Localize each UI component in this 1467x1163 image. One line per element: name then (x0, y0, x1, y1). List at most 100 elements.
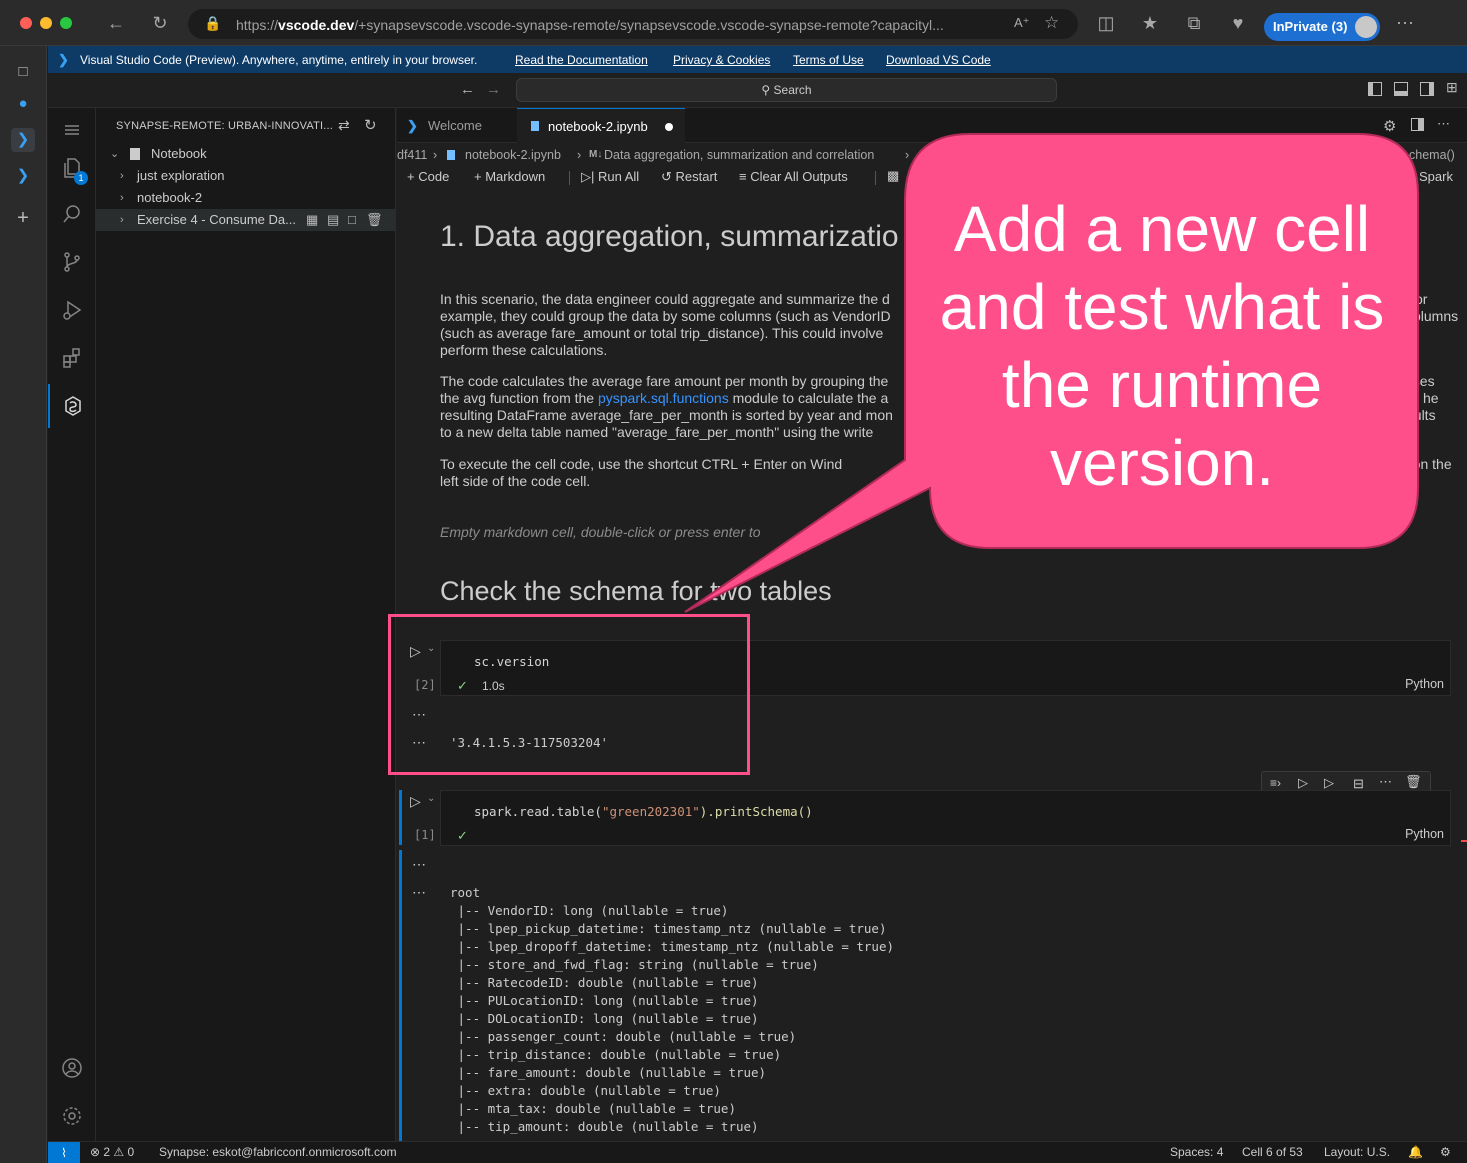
minimize-window-button[interactable] (40, 17, 52, 29)
run-by-line-icon[interactable]: ≡› (1270, 776, 1281, 790)
search-icon[interactable] (48, 192, 96, 236)
explorer-icon[interactable]: 1 (48, 146, 96, 190)
trash-icon[interactable]: 🗑 (366, 209, 383, 231)
plus-icon: + (474, 169, 486, 184)
tree-item-notebook-2[interactable]: › notebook-2 (96, 187, 395, 209)
feedback-icon[interactable]: ⚙ (1440, 1145, 1451, 1159)
run-debug-icon[interactable] (48, 288, 96, 332)
code-cell-print-schema[interactable]: spark.read.table("green202301").printSch… (440, 790, 1451, 846)
source-control-icon[interactable] (48, 240, 96, 284)
extensions-icon[interactable] (48, 336, 96, 380)
keyboard-layout-indicator[interactable]: Layout: U.S. (1324, 1145, 1390, 1159)
add-code-cell-button[interactable]: + Code (407, 169, 449, 184)
code-token: spark.read.table( (474, 804, 602, 819)
kernel-picker[interactable]: Spark (1419, 169, 1453, 184)
favorite-star-icon[interactable]: ☆ (1044, 13, 1059, 33)
breadcrumb-section[interactable]: Data aggregation, summarization and corr… (604, 144, 874, 166)
read-aloud-icon[interactable]: A⁺ (1014, 15, 1030, 31)
terms-link[interactable]: Terms of Use (793, 53, 864, 67)
edge-tab-icon[interactable]: ● (11, 92, 35, 116)
favorites-icon[interactable]: ★ (1138, 12, 1162, 34)
open-notebook-icon[interactable]: ▦ (306, 209, 318, 231)
tab-welcome[interactable]: ❯ Welcome (397, 108, 515, 143)
cell-language[interactable]: Python (1405, 827, 1444, 841)
toggle-primary-sidebar-icon[interactable] (1368, 82, 1382, 96)
output-menu-ellipsis-icon[interactable]: ⋯ (412, 856, 427, 873)
indentation-indicator[interactable]: Spaces: 4 (1170, 1145, 1223, 1159)
execute-below-icon[interactable]: ▷ (1324, 775, 1334, 791)
cell-language[interactable]: Python (1405, 677, 1444, 691)
toggle-panel-icon[interactable] (1394, 82, 1408, 96)
collections-icon[interactable]: ⧉ (1182, 12, 1206, 34)
customize-layout-icon[interactable]: ⊞ (1446, 79, 1458, 96)
go-forward-arrow-icon[interactable]: → (486, 81, 501, 98)
run-all-button[interactable]: ▷| Run All (581, 169, 639, 185)
delete-cell-icon[interactable]: 🗑 (1405, 774, 1422, 790)
docs-link[interactable]: Read the Documentation (515, 53, 648, 67)
switch-icon[interactable]: ⇄ (338, 117, 350, 134)
pyspark-functions-link[interactable]: pyspark.sql.functions (598, 390, 729, 406)
chevron-right-icon: › (120, 192, 124, 204)
execute-above-icon[interactable]: ▷ (1298, 775, 1308, 791)
tree-item-just-exploration[interactable]: › just exploration (96, 165, 395, 187)
restart-button[interactable]: ↺ Restart (661, 169, 717, 185)
tree-label: notebook-2 (137, 190, 203, 205)
synapse-icon[interactable] (48, 384, 96, 428)
new-tab-icon[interactable]: + (11, 206, 35, 230)
browser-essentials-icon[interactable]: ♥ (1226, 12, 1250, 34)
address-bar[interactable]: 🔒 https://vscode.dev/+synapsevscode.vsco… (188, 9, 1078, 39)
notifications-bell-icon[interactable]: 🔔 (1408, 1145, 1423, 1159)
refresh-icon[interactable]: ↻ (364, 116, 377, 134)
go-back-arrow-icon[interactable]: ← (460, 81, 475, 98)
new-file-icon[interactable]: □ (348, 209, 356, 231)
problems-indicator[interactable]: ⊗ 2 ⚠ 0 (90, 1145, 134, 1159)
explorer-sidebar: SYNAPSE-REMOTE: URBAN-INNOVATI... ⇄ ↻ ⌄ … (96, 108, 396, 1141)
command-center-search[interactable]: ⚲ Search (516, 78, 1057, 102)
breadcrumb-file[interactable]: notebook-2.ipynb (465, 144, 561, 166)
clear-outputs-button[interactable]: ≡ Clear All Outputs (739, 169, 848, 184)
cell-focus-indicator (399, 790, 402, 845)
clear-outputs-label: Clear All Outputs (750, 169, 848, 184)
chevron-down-icon[interactable]: ⌄ (427, 793, 435, 804)
modified-dot-icon[interactable] (665, 123, 673, 131)
refresh-icon[interactable]: ↻ (148, 12, 172, 34)
close-window-button[interactable] (20, 17, 32, 29)
breadcrumb-tail[interactable]: chema() (1409, 144, 1455, 166)
breadcrumb-folder[interactable]: df411 (397, 144, 427, 166)
tab-actions-icon[interactable]: □ (11, 60, 35, 84)
vscode-titlebar: ← → ⚲ Search ⊞ (48, 73, 1467, 108)
accounts-icon[interactable] (48, 1046, 96, 1090)
cell-position-indicator[interactable]: Cell 6 of 53 (1242, 1145, 1303, 1159)
output-menu-ellipsis-icon[interactable]: ⋯ (412, 884, 427, 901)
empty-markdown-cell[interactable]: Empty markdown cell, double-click or pre… (440, 524, 1460, 541)
vscode-tab-2-icon[interactable]: ❯ (11, 164, 35, 188)
back-arrow-icon[interactable]: ← (104, 12, 128, 34)
synapse-account[interactable]: Synapse: eskot@fabricconf.onmicrosoft.co… (159, 1145, 397, 1159)
add-markdown-cell-button[interactable]: + Markdown (474, 169, 545, 184)
run-cell-icon[interactable]: ▷ (410, 793, 421, 810)
settings-gear-icon[interactable] (48, 1094, 96, 1138)
settings-gear-icon[interactable]: ⚙ (1383, 117, 1396, 135)
split-editor-icon[interactable] (1411, 118, 1424, 131)
variables-icon[interactable]: ▩ (887, 168, 899, 184)
output-line: |-- store_and_fwd_flag: string (nullable… (450, 957, 819, 972)
inprivate-button[interactable]: InPrivate (3) (1264, 13, 1380, 41)
remote-indicator[interactable]: ⌇ (48, 1142, 80, 1163)
download-link[interactable]: Download VS Code (886, 53, 991, 67)
more-actions-icon[interactable]: ⋯ (1379, 774, 1392, 790)
more-actions-icon[interactable]: ⋯ (1437, 116, 1450, 132)
vscode-tab-icon[interactable]: ❯ (11, 128, 35, 152)
toggle-secondary-sidebar-icon[interactable] (1420, 82, 1434, 96)
more-menu-icon[interactable]: ⋯ (1393, 12, 1417, 34)
execution-count: [1] (414, 828, 436, 842)
split-screen-icon[interactable]: ◫ (1094, 12, 1118, 34)
tab-notebook-2[interactable]: notebook-2.ipynb (517, 108, 685, 143)
output-line: |-- DOLocationID: long (nullable = true) (450, 1011, 759, 1026)
paragraph-fragment: uses (1405, 373, 1435, 389)
tree-folder-notebook[interactable]: ⌄ Notebook (96, 143, 395, 165)
markdown-icon: M↓ (589, 149, 603, 160)
maximize-window-button[interactable] (60, 17, 72, 29)
new-folder-icon[interactable]: ▤ (327, 209, 339, 231)
privacy-link[interactable]: Privacy & Cookies (673, 53, 770, 67)
tree-item-exercise-4[interactable]: › Exercise 4 - Consume Da... ▦ ▤ □ 🗑 (96, 209, 395, 231)
